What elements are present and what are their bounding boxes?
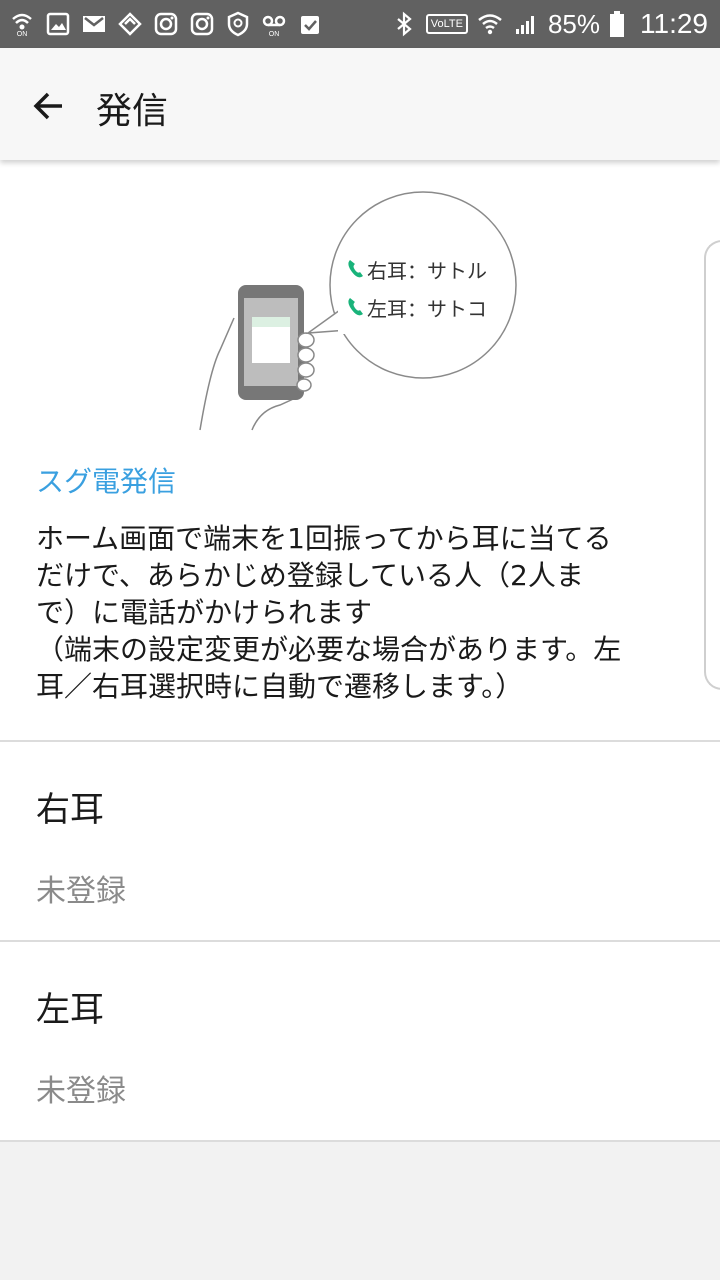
wifi-calling-icon: ON [8, 10, 36, 38]
signal-icon [512, 10, 540, 38]
description-line: 耳／右耳選択時に自動で遷移します。） [36, 670, 524, 703]
empty-area [0, 1142, 720, 1280]
voicemail-icon: ON [260, 10, 288, 38]
bluetooth-icon [390, 10, 418, 38]
instagram-icon [152, 10, 180, 38]
right-ear-value: 未登録 [36, 874, 126, 909]
app-icon [116, 10, 144, 38]
description-line: だけで、あらかじめ登録している人（2人ま [36, 559, 584, 592]
gmail-icon [80, 10, 108, 38]
description-line: （端末の設定変更が必要な場合があります。左 [36, 633, 622, 666]
battery-percent: 85% [547, 8, 600, 39]
page-title: 発信 [96, 91, 169, 132]
shield-icon [224, 10, 252, 38]
volte-icon: VoLTE [425, 14, 468, 34]
status-bar: ON ON VoLTE 85% 11:29 [0, 0, 720, 48]
arrow-left-icon [33, 92, 62, 120]
instagram-icon [188, 10, 216, 38]
right-ear-setting[interactable]: 右耳 未登録 [0, 742, 720, 940]
left-ear-value: 未登録 [36, 1074, 126, 1109]
description-line: ホーム画面で端末を1回振ってから耳に当てる [36, 522, 612, 555]
wifi-icon [476, 10, 504, 38]
bubble-line-left: 左耳：サトコ [367, 297, 487, 321]
phone-illustration: 右耳：サトル 左耳：サトコ [199, 191, 517, 431]
feature-description: ホーム画面で端末を1回振ってから耳に当てる だけで、あらかじめ登録している人（2… [36, 520, 686, 705]
clipboard-check-icon [296, 10, 324, 38]
clock: 11:29 [640, 8, 708, 39]
left-ear-label: 左耳 [36, 990, 104, 1030]
svg-text:ON: ON [17, 31, 28, 37]
svg-text:ON: ON [269, 31, 280, 37]
feature-title: スグ電発信 [36, 465, 177, 498]
main-content: 右耳：サトル 左耳：サトコ スグ電発信 ホーム画面で端末を1回振ってから耳に当て… [0, 160, 720, 1280]
right-ear-label: 右耳 [36, 790, 104, 830]
description-line: で）に電話がかけられます [36, 596, 373, 629]
left-ear-setting[interactable]: 左耳 未登録 [0, 942, 720, 1140]
back-button[interactable] [20, 78, 76, 134]
bubble-line-right: 右耳：サトル [367, 259, 487, 283]
battery-icon [608, 10, 626, 38]
app-bar: 発信 [0, 48, 720, 160]
side-edge-decoration [704, 240, 720, 690]
gallery-icon [44, 10, 72, 38]
